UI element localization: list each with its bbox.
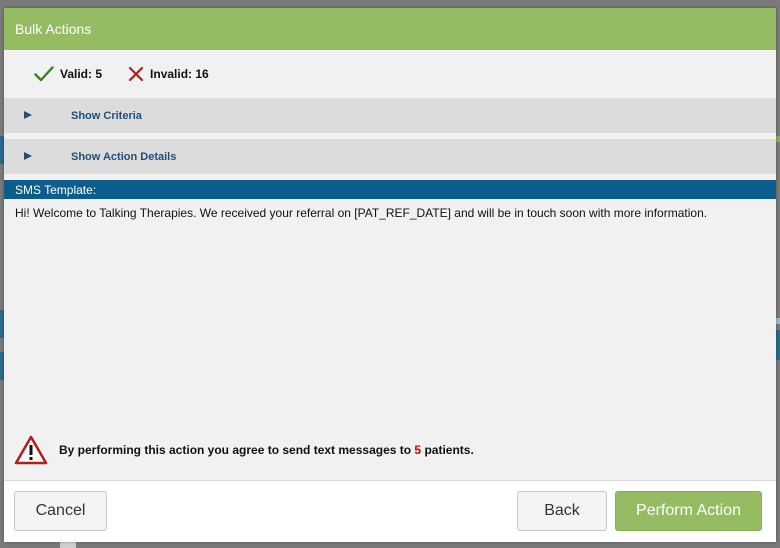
validation-counts: Valid: 5 Invalid: 16 — [4, 50, 776, 98]
warning-icon — [14, 435, 48, 465]
cancel-button[interactable]: Cancel — [14, 491, 107, 531]
background-strip — [60, 542, 76, 548]
cross-icon — [128, 66, 144, 82]
warning-text: By performing this action you agree to s… — [59, 443, 474, 457]
expand-triangle-icon — [24, 111, 32, 119]
sms-template-body: Hi! Welcome to Talking Therapies. We rec… — [15, 206, 708, 220]
show-criteria-label: Show Criteria — [71, 109, 142, 122]
sms-template-title: SMS Template: — [15, 182, 97, 197]
warning-message: By performing this action you agree to s… — [14, 435, 474, 465]
show-criteria-toggle[interactable]: Show Criteria — [4, 98, 776, 133]
invalid-count-label: Invalid: 16 — [150, 67, 209, 81]
dialog-content: Valid: 5 Invalid: 16 Show Criteria Show … — [4, 50, 776, 481]
show-action-details-toggle[interactable]: Show Action Details — [4, 139, 776, 174]
show-action-details-label: Show Action Details — [71, 150, 177, 163]
back-button[interactable]: Back — [517, 491, 607, 531]
invalid-count: Invalid: 16 — [128, 66, 209, 82]
sms-template-header: SMS Template: — [4, 180, 776, 199]
warning-suffix: patients. — [421, 443, 474, 457]
dialog-titlebar: Bulk Actions — [4, 8, 776, 50]
checkmark-icon — [34, 66, 54, 82]
expand-triangle-icon — [24, 152, 32, 160]
dialog-footer: Cancel Back Perform Action — [4, 480, 776, 542]
warning-prefix: By performing this action you agree to s… — [59, 443, 415, 457]
perform-action-button[interactable]: Perform Action — [615, 491, 762, 531]
valid-count-label: Valid: 5 — [60, 67, 103, 81]
bulk-actions-dialog: Bulk Actions Valid: 5 Invalid: 16 Show C… — [4, 8, 776, 542]
dialog-title: Bulk Actions — [15, 21, 92, 37]
valid-count: Valid: 5 — [34, 66, 102, 82]
